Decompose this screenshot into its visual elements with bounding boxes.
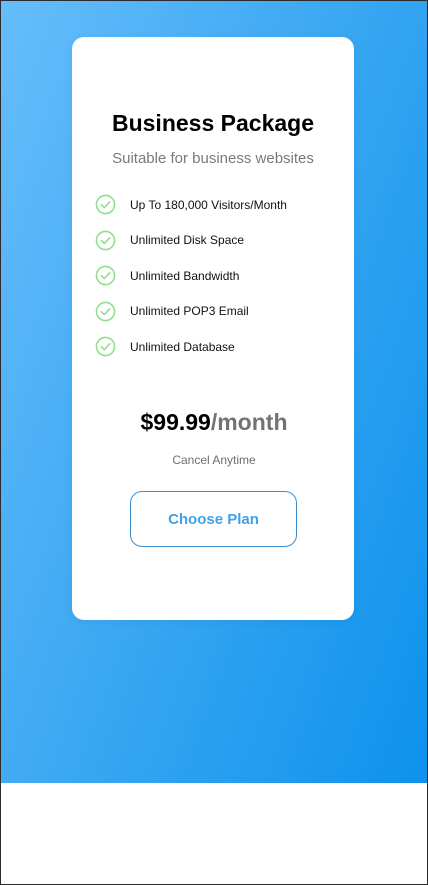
choose-plan-button[interactable]: Choose Plan (130, 491, 297, 547)
check-circle-icon (95, 194, 116, 215)
feature-item: Unlimited Database (95, 329, 287, 365)
cancel-note: Cancel Anytime (172, 453, 256, 467)
feature-label: Unlimited POP3 Email (130, 304, 249, 319)
feature-label: Unlimited Bandwidth (130, 268, 240, 283)
feature-item: Unlimited POP3 Email (95, 294, 287, 330)
feature-item: Unlimited Bandwidth (95, 258, 287, 294)
feature-label: Up To 180,000 Visitors/Month (130, 197, 287, 212)
check-circle-icon (95, 230, 116, 251)
plan-title: Business Package (111, 110, 314, 136)
plan-subtitle: Suitable for business websites (112, 150, 314, 167)
feature-label: Unlimited Disk Space (130, 233, 245, 248)
check-circle-icon (95, 265, 116, 286)
price-amount: $99.99 (140, 409, 211, 435)
price-period: /month (210, 409, 288, 435)
check-circle-icon (95, 336, 116, 357)
hero-background: Business Package Suitable for business w… (0, 0, 428, 783)
check-circle-icon (95, 301, 116, 322)
feature-label: Unlimited Database (130, 339, 235, 354)
feature-list: Up To 180,000 Visitors/Month Unlimited D… (95, 187, 287, 365)
price: $99.99/month (0, 409, 428, 436)
feature-item: Up To 180,000 Visitors/Month (95, 187, 287, 223)
feature-item: Unlimited Disk Space (95, 223, 287, 259)
